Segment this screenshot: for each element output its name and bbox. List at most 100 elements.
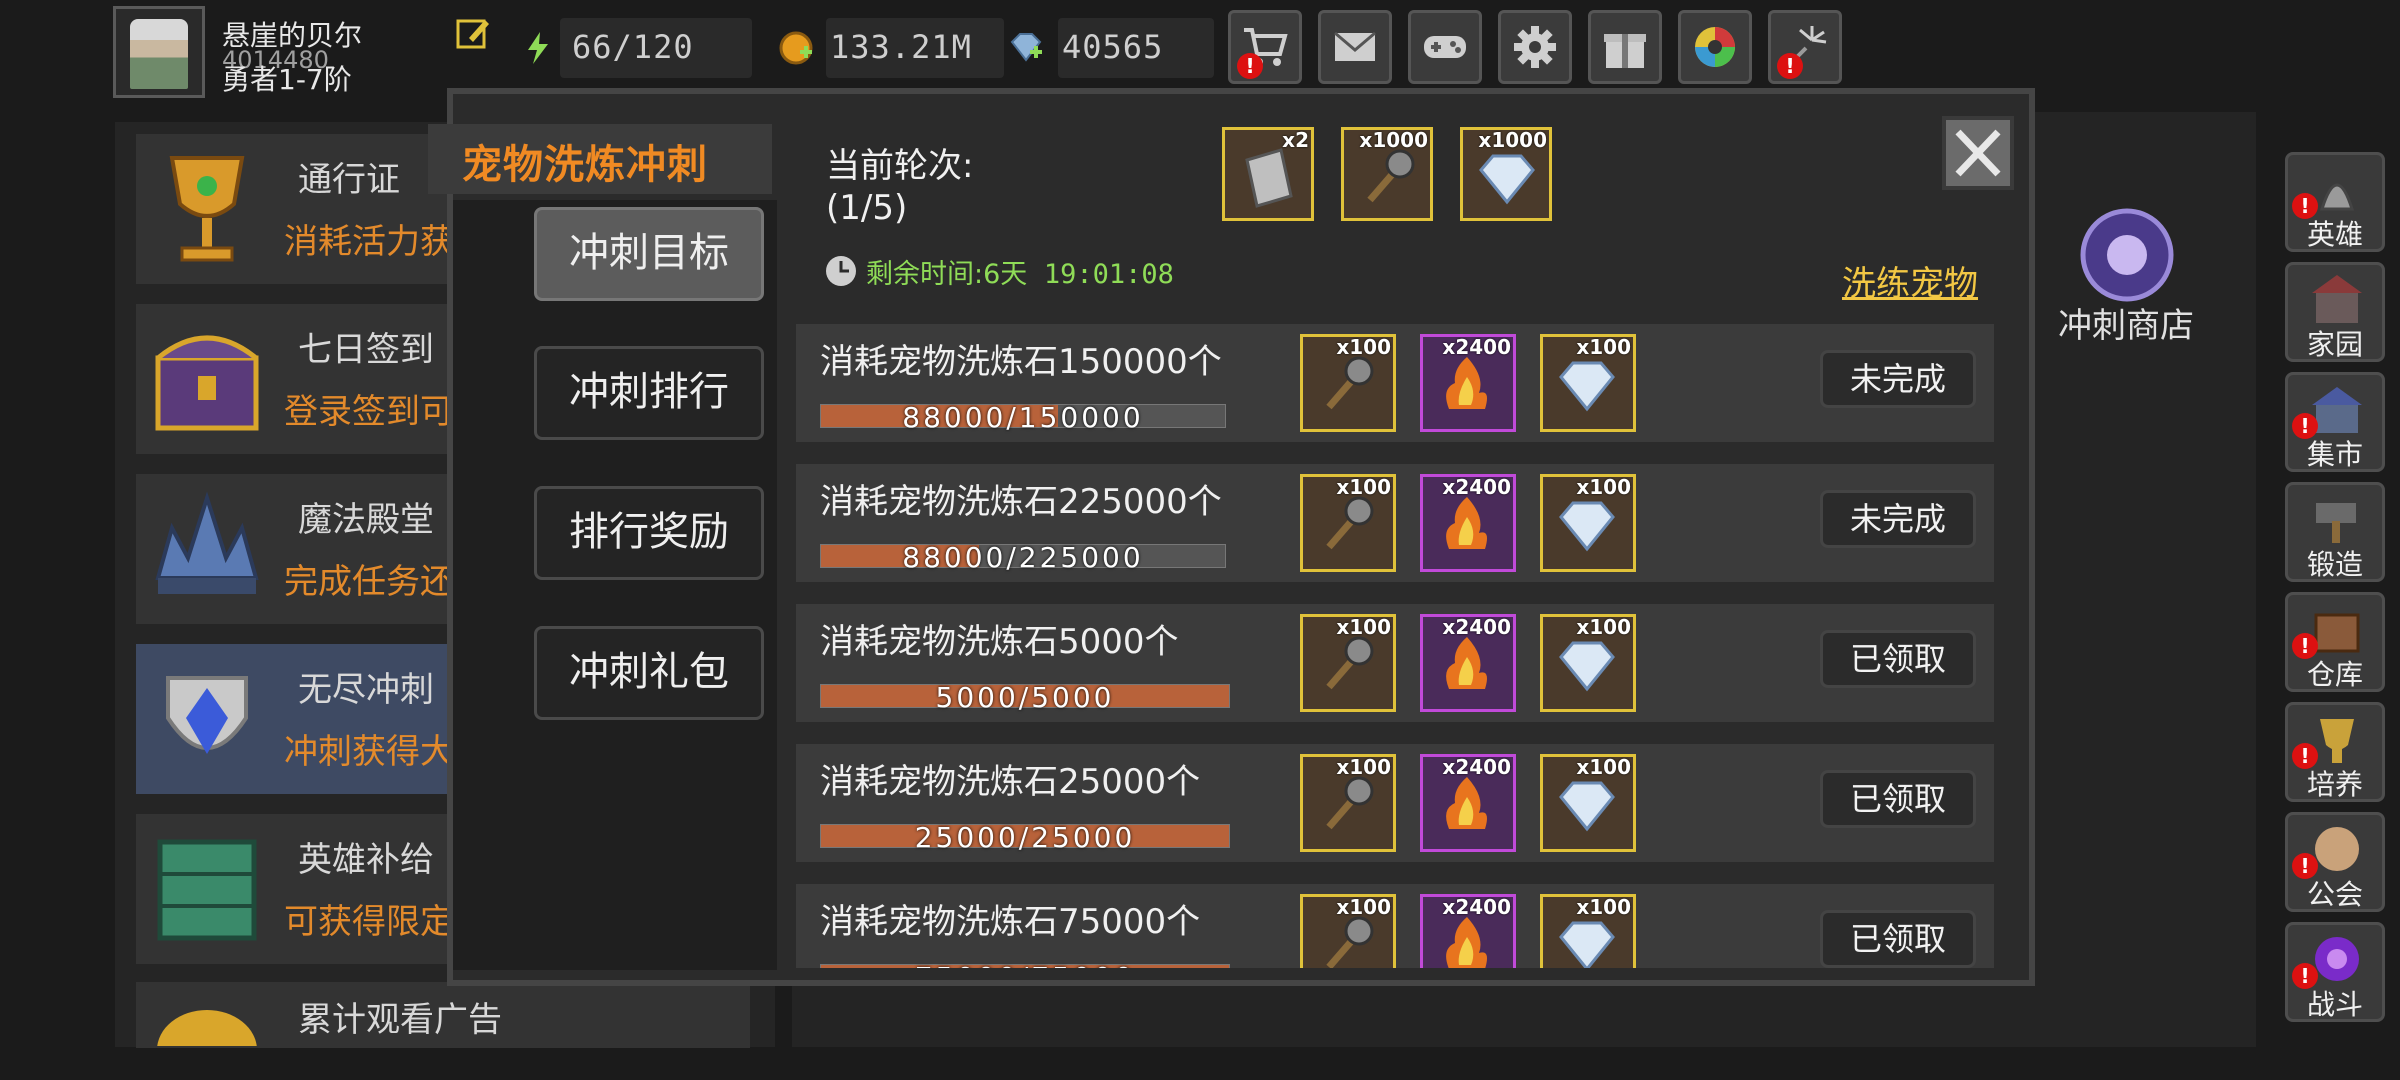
modal-nav-column bbox=[453, 200, 777, 970]
close-icon bbox=[1955, 129, 2001, 177]
event-desc: 可获得限定 bbox=[284, 902, 454, 942]
task-title: 消耗宠物洗炼石5000个 bbox=[820, 622, 1179, 662]
gold-icon bbox=[779, 31, 813, 65]
alert-badge: ! bbox=[2292, 633, 2318, 659]
aperture-button[interactable] bbox=[1678, 10, 1752, 84]
round-label: 当前轮次: bbox=[826, 146, 974, 186]
task-progress-text: 25000/25000 bbox=[914, 821, 1136, 854]
task-status-button[interactable]: 未完成 bbox=[1820, 490, 1976, 548]
diamond-icon bbox=[1559, 921, 1615, 968]
sidebar-item-guild[interactable]: 公会! bbox=[2285, 812, 2385, 912]
event-item-ad-watch[interactable]: 累计观看广告 bbox=[136, 982, 750, 1048]
sprint-shop-label[interactable]: 冲刺商店 bbox=[2058, 298, 2194, 347]
tab-sprint-target[interactable]: 冲刺目标 bbox=[534, 207, 764, 301]
reward-count: x100 bbox=[1336, 755, 1391, 779]
task-status-button[interactable]: 未完成 bbox=[1820, 350, 1976, 408]
close-button[interactable] bbox=[1942, 116, 2014, 190]
fireworks-button[interactable]: ! bbox=[1768, 10, 1842, 84]
hammer-icon bbox=[1326, 636, 1374, 690]
sidebar-item-battle[interactable]: 战斗! bbox=[2285, 922, 2385, 1022]
reward-count: x2400 bbox=[1442, 335, 1511, 359]
task-status-button[interactable]: 已领取 bbox=[1820, 630, 1976, 688]
gold-coin-icon bbox=[157, 1010, 257, 1046]
crystal-crown-icon bbox=[155, 491, 259, 594]
reward-hammer[interactable]: x100 bbox=[1300, 894, 1396, 968]
event-desc: 完成任务还 bbox=[284, 562, 454, 602]
hammer-icon bbox=[1326, 496, 1374, 550]
reward-fire-stone[interactable]: x2400 bbox=[1420, 754, 1516, 852]
reward-count: x100 bbox=[1576, 475, 1631, 499]
alert-badge: ! bbox=[2292, 413, 2318, 439]
event-desc: 消耗活力获 bbox=[284, 222, 454, 262]
round-reward-hammer[interactable]: x1000 bbox=[1341, 127, 1433, 221]
gear-icon bbox=[1514, 26, 1556, 68]
mail-button[interactable] bbox=[1318, 10, 1392, 84]
sidebar-item-label: 培养 bbox=[2306, 768, 2363, 801]
sidebar-item-hero[interactable]: 英雄! bbox=[2285, 152, 2385, 252]
reward-count: x1000 bbox=[1478, 128, 1547, 152]
sidebar-item-label: 战斗 bbox=[2306, 988, 2363, 1021]
reward-count: x100 bbox=[1336, 615, 1391, 639]
settings-button[interactable] bbox=[1498, 10, 1572, 84]
sidebar-item-forge[interactable]: 锻造 bbox=[2285, 482, 2385, 582]
sidebar-item-market[interactable]: 集市! bbox=[2285, 372, 2385, 472]
gamepad-button[interactable] bbox=[1408, 10, 1482, 84]
reward-diamond[interactable]: x100 bbox=[1540, 334, 1636, 432]
shop-cart-button[interactable]: ! bbox=[1228, 10, 1302, 84]
round-reward-card[interactable]: x2 bbox=[1222, 127, 1314, 221]
alert-badge: ! bbox=[1237, 53, 1263, 79]
reward-hammer[interactable]: x100 bbox=[1300, 334, 1396, 432]
task-list[interactable]: 消耗宠物洗炼石150000个 88000/150000 x100 x2400 x100 未… bbox=[792, 320, 2002, 968]
timer-value: 19:01:08 bbox=[1043, 259, 1174, 290]
sidebar-item-cultivate[interactable]: 培养! bbox=[2285, 702, 2385, 802]
diamond-icon bbox=[1479, 154, 1535, 205]
round-reward-diamond[interactable]: x1000 bbox=[1460, 127, 1552, 221]
tab-sprint-pack[interactable]: 冲刺礼包 bbox=[534, 626, 764, 720]
green-crate-icon bbox=[157, 839, 257, 941]
alert-badge: ! bbox=[2292, 743, 2318, 769]
reward-fire-stone[interactable]: x2400 bbox=[1420, 894, 1516, 968]
reward-hammer[interactable]: x100 bbox=[1300, 614, 1396, 712]
task-progress-bar: 5000/5000 bbox=[820, 681, 1230, 714]
sprint-shop-icon[interactable] bbox=[2072, 205, 2182, 305]
reward-fire-stone[interactable]: x2400 bbox=[1420, 614, 1516, 712]
task-progress-text: 75000/75000 bbox=[821, 961, 1229, 968]
event-title: 魔法殿堂 bbox=[298, 500, 434, 540]
round-value: (1/5) bbox=[826, 188, 908, 228]
alert-badge: ! bbox=[2292, 853, 2318, 879]
reward-count: x1000 bbox=[1359, 128, 1428, 152]
fire-stone-icon bbox=[1446, 637, 1487, 689]
chalice-icon bbox=[169, 156, 245, 262]
sidebar-item-home[interactable]: 家园 bbox=[2285, 262, 2385, 362]
tab-sprint-ranking[interactable]: 冲刺排行 bbox=[534, 346, 764, 440]
reward-count: x2 bbox=[1282, 128, 1309, 152]
tab-ranking-rewards[interactable]: 排行奖励 bbox=[534, 486, 764, 580]
task-status-button[interactable]: 已领取 bbox=[1820, 770, 1976, 828]
trophy-shield-icon bbox=[166, 676, 248, 754]
edit-icon[interactable] bbox=[455, 16, 491, 52]
reward-count: x2400 bbox=[1442, 615, 1511, 639]
gift-button[interactable] bbox=[1588, 10, 1662, 84]
task-status-button[interactable]: 已领取 bbox=[1820, 910, 1976, 968]
diamond-icon bbox=[1559, 781, 1615, 832]
reward-hammer[interactable]: x100 bbox=[1300, 474, 1396, 572]
reward-fire-stone[interactable]: x2400 bbox=[1420, 334, 1516, 432]
task-progress-bar: 75000/75000 bbox=[820, 961, 1230, 968]
task-title: 消耗宠物洗炼石225000个 bbox=[820, 482, 1222, 522]
round-info: 当前轮次: (1/5) bbox=[826, 145, 973, 229]
task-row: 消耗宠物洗炼石75000个 75000/75000 x100 x2400 x100 已领取 bbox=[796, 884, 1994, 968]
player-avatar[interactable] bbox=[113, 6, 205, 98]
sidebar-item-label: 公会 bbox=[2306, 878, 2363, 911]
card-icon bbox=[1245, 148, 1293, 208]
reward-diamond[interactable]: x100 bbox=[1540, 614, 1636, 712]
fire-stone-icon bbox=[1446, 357, 1487, 409]
task-progress-text: 5000/5000 bbox=[935, 681, 1115, 714]
reward-fire-stone[interactable]: x2400 bbox=[1420, 474, 1516, 572]
refine-pet-link[interactable]: 洗练宠物 bbox=[1842, 256, 1978, 305]
event-title: 累计观看广告 bbox=[298, 1000, 502, 1040]
reward-diamond[interactable]: x100 bbox=[1540, 754, 1636, 852]
reward-diamond[interactable]: x100 bbox=[1540, 474, 1636, 572]
reward-diamond[interactable]: x100 bbox=[1540, 894, 1636, 968]
reward-hammer[interactable]: x100 bbox=[1300, 754, 1396, 852]
sidebar-item-warehouse[interactable]: 仓库! bbox=[2285, 592, 2385, 692]
